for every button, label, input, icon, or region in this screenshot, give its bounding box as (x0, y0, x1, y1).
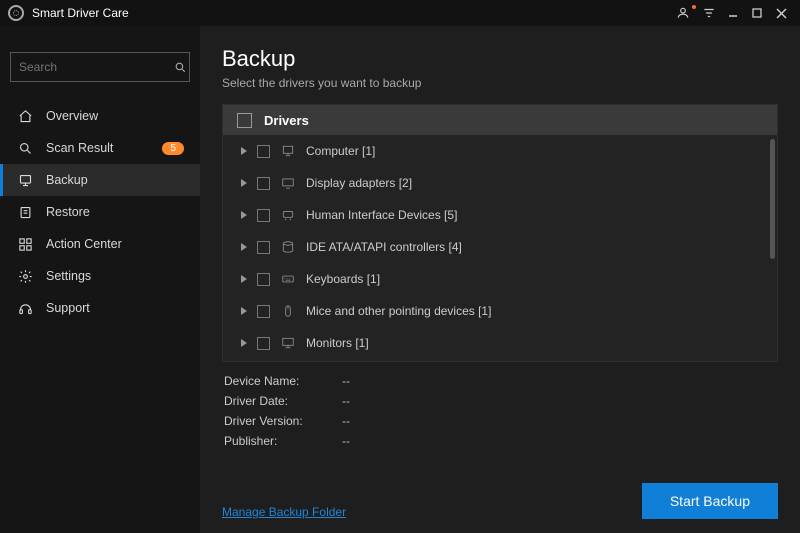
nav: Overview Scan Result 5 Backup Restore (0, 100, 200, 324)
row-checkbox[interactable] (257, 337, 270, 350)
main-content: Backup Select the drivers you want to ba… (200, 26, 800, 533)
row-checkbox[interactable] (257, 177, 270, 190)
driver-category-row[interactable]: Keyboards [1] (223, 263, 777, 295)
monitor-icon (280, 336, 296, 350)
account-icon[interactable] (674, 2, 696, 24)
driver-category-row[interactable]: Display adapters [2] (223, 167, 777, 199)
page-subtitle: Select the drivers you want to backup (222, 76, 778, 90)
expand-icon[interactable] (241, 339, 247, 347)
expand-icon[interactable] (241, 243, 247, 251)
manage-backup-folder-link[interactable]: Manage Backup Folder (222, 505, 346, 519)
restore-icon (16, 203, 34, 221)
row-checkbox[interactable] (257, 273, 270, 286)
driver-date-value: -- (342, 394, 350, 408)
driver-version-value: -- (342, 414, 350, 428)
sidebar-item-label: Scan Result (46, 141, 113, 155)
keyboard-icon (280, 272, 296, 286)
scan-result-badge: 5 (162, 142, 184, 155)
expand-icon[interactable] (241, 179, 247, 187)
menu-icon[interactable] (698, 2, 720, 24)
row-checkbox[interactable] (257, 209, 270, 222)
hid-icon (280, 208, 296, 222)
drivers-header-label: Drivers (264, 113, 309, 128)
publisher-label: Publisher: (224, 434, 334, 448)
row-checkbox[interactable] (257, 145, 270, 158)
start-backup-button[interactable]: Start Backup (642, 483, 778, 519)
row-label: Computer [1] (306, 144, 767, 158)
sidebar-item-label: Settings (46, 269, 91, 283)
drivers-panel: Drivers Computer [1] Display adapters [2… (222, 104, 778, 362)
sidebar-item-label: Action Center (46, 237, 122, 251)
search-icon (174, 61, 187, 74)
driver-details: Device Name: -- Driver Date: -- Driver Ver… (222, 374, 778, 448)
titlebar: Smart Driver Care (0, 0, 800, 26)
row-label: Monitors [1] (306, 336, 767, 350)
row-label: IDE ATA/ATAPI controllers [4] (306, 240, 767, 254)
sidebar-item-settings[interactable]: Settings (0, 260, 200, 292)
action-center-icon (16, 235, 34, 253)
notification-dot-icon (692, 5, 696, 9)
scrollbar-thumb[interactable] (770, 139, 775, 259)
search-input[interactable] (19, 60, 174, 74)
driver-category-row[interactable]: Monitors [1] (223, 327, 777, 359)
sidebar-item-action-center[interactable]: Action Center (0, 228, 200, 260)
page-title: Backup (222, 46, 778, 72)
expand-icon[interactable] (241, 147, 247, 155)
expand-icon[interactable] (241, 307, 247, 315)
computer-icon (280, 144, 296, 158)
row-label: Keyboards [1] (306, 272, 767, 286)
sidebar-item-label: Overview (46, 109, 98, 123)
sidebar-item-support[interactable]: Support (0, 292, 200, 324)
maximize-button[interactable] (746, 2, 768, 24)
display-icon (280, 176, 296, 190)
minimize-button[interactable] (722, 2, 744, 24)
device-name-value: -- (342, 374, 350, 388)
row-label: Display adapters [2] (306, 176, 767, 190)
expand-icon[interactable] (241, 275, 247, 283)
close-button[interactable] (770, 2, 792, 24)
search-box[interactable] (10, 52, 190, 82)
row-checkbox[interactable] (257, 241, 270, 254)
home-icon (16, 107, 34, 125)
app-title: Smart Driver Care (32, 6, 129, 20)
footer: Manage Backup Folder Start Backup (222, 469, 778, 519)
backup-icon (16, 171, 34, 189)
row-checkbox[interactable] (257, 305, 270, 318)
driver-category-row[interactable]: IDE ATA/ATAPI controllers [4] (223, 231, 777, 263)
sidebar-item-backup[interactable]: Backup (0, 164, 200, 196)
sidebar-item-restore[interactable]: Restore (0, 196, 200, 228)
row-label: Mice and other pointing devices [1] (306, 304, 767, 318)
app-logo-icon (8, 5, 24, 21)
app-window: Smart Driver Care (0, 0, 800, 533)
mouse-icon (280, 304, 296, 318)
gear-icon (16, 267, 34, 285)
storage-icon (280, 240, 296, 254)
sidebar-item-label: Backup (46, 173, 88, 187)
sidebar-item-overview[interactable]: Overview (0, 100, 200, 132)
driver-category-row[interactable]: Network adapters [3] (223, 359, 777, 361)
sidebar-item-label: Support (46, 301, 90, 315)
publisher-value: -- (342, 434, 350, 448)
expand-icon[interactable] (241, 211, 247, 219)
driver-date-label: Driver Date: (224, 394, 334, 408)
support-icon (16, 299, 34, 317)
select-all-checkbox[interactable] (237, 113, 252, 128)
sidebar: Overview Scan Result 5 Backup Restore (0, 26, 200, 533)
driver-category-row[interactable]: Human Interface Devices [5] (223, 199, 777, 231)
driver-category-row[interactable]: Computer [1] (223, 135, 777, 167)
scrollbar[interactable] (770, 139, 775, 357)
drivers-list: Computer [1] Display adapters [2] Human … (223, 135, 777, 361)
driver-version-label: Driver Version: (224, 414, 334, 428)
sidebar-item-scan-result[interactable]: Scan Result 5 (0, 132, 200, 164)
device-name-label: Device Name: (224, 374, 334, 388)
row-label: Human Interface Devices [5] (306, 208, 767, 222)
driver-category-row[interactable]: Mice and other pointing devices [1] (223, 295, 777, 327)
drivers-header[interactable]: Drivers (223, 105, 777, 135)
scan-icon (16, 139, 34, 157)
sidebar-item-label: Restore (46, 205, 90, 219)
